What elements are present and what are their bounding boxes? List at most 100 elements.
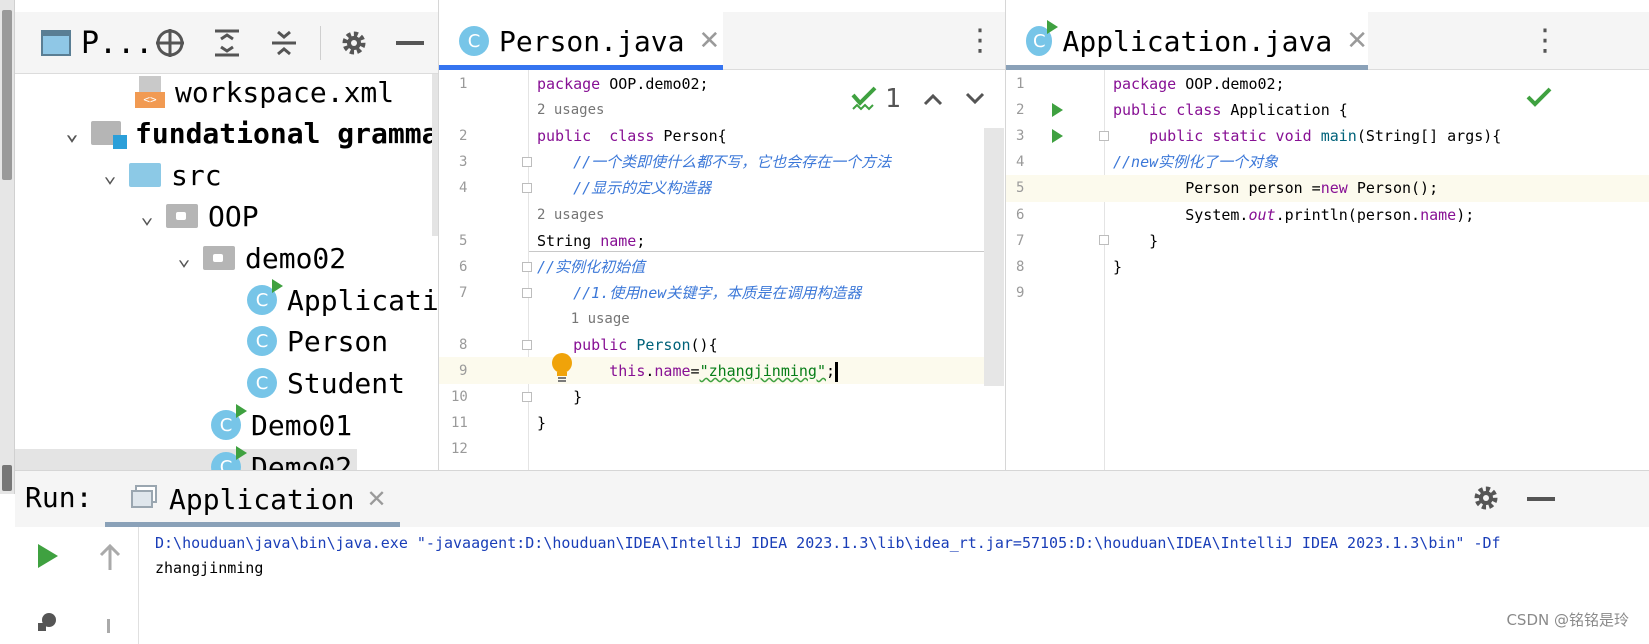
fold-marker[interactable]: [1099, 235, 1109, 245]
class-icon: C: [247, 326, 277, 356]
scroll-down-icon[interactable]: [107, 619, 110, 633]
line-number: 7: [1016, 233, 1025, 249]
hide-panel-icon[interactable]: [1527, 497, 1555, 501]
fold-marker[interactable]: [522, 340, 532, 350]
fold-marker[interactable]: [522, 157, 532, 167]
code-keyword: package: [537, 75, 601, 93]
project-panel: P... <> workspace.xml ⌄ fundational gram…: [15, 0, 463, 494]
scroll-up-icon[interactable]: [99, 543, 121, 575]
code-comment[interactable]: //new实例化了一个对象: [1113, 149, 1278, 175]
fold-marker[interactable]: [522, 262, 532, 272]
code-text: );: [1456, 206, 1475, 224]
tree-item-module[interactable]: ⌄ fundational gramma: [53, 113, 438, 153]
code-comment[interactable]: //1.使用new关键字，本质是在调用构造器: [537, 280, 861, 306]
code-line[interactable]: package OOP.demo02;: [537, 71, 709, 97]
code-text: ;: [636, 232, 646, 250]
tree-item-demo01[interactable]: C Demo01: [211, 404, 352, 445]
run-panel-title: Run:: [25, 481, 93, 514]
gear-icon[interactable]: [337, 26, 371, 60]
no-problems-check-icon[interactable]: [1526, 86, 1552, 112]
code-line[interactable]: }: [1113, 228, 1158, 254]
locate-icon[interactable]: [153, 26, 187, 60]
code-line[interactable]: this.name="zhangjinming";: [537, 358, 839, 384]
line-number: 11: [451, 415, 468, 431]
line-number: 6: [459, 259, 468, 275]
more-options-icon[interactable]: ⋮: [1530, 12, 1560, 70]
active-tab-indicator: [105, 522, 400, 527]
code-text: Person person =: [1113, 179, 1321, 197]
tab-application-java[interactable]: C Application.java ✕: [1006, 12, 1368, 70]
tab-person-java[interactable]: C Person.java ✕: [439, 12, 723, 70]
line-number: 2: [1016, 102, 1025, 118]
chevron-down-icon[interactable]: ⌄: [53, 121, 91, 146]
usages-hint[interactable]: 2 usages: [537, 202, 604, 228]
previous-highlight-icon[interactable]: [923, 87, 943, 112]
usages-hint[interactable]: 2 usages: [537, 97, 604, 123]
code-field: name: [654, 362, 691, 380]
code-line[interactable]: System.out.println(person.name);: [1113, 202, 1474, 228]
code-line[interactable]: package OOP.demo02;: [1113, 71, 1285, 97]
wrench-icon[interactable]: [37, 611, 59, 635]
run-gutter-icon[interactable]: [1052, 129, 1063, 143]
gear-icon[interactable]: [1471, 483, 1501, 517]
console-output-line: zhangjinming: [155, 559, 264, 577]
usages-hint[interactable]: 1 usage: [537, 306, 630, 332]
chevron-down-icon[interactable]: ⌄: [91, 163, 129, 188]
tree-item-application[interactable]: C Applicatic: [247, 279, 456, 320]
chevron-down-icon[interactable]: ⌄: [128, 204, 166, 229]
close-icon[interactable]: ✕: [1346, 26, 1368, 56]
tab-run-application[interactable]: Application ✕: [105, 471, 387, 527]
line-number: 7: [459, 285, 468, 301]
rerun-icon[interactable]: [37, 543, 59, 573]
fold-marker[interactable]: [522, 183, 532, 193]
code-keyword: new: [1320, 179, 1348, 197]
code-line[interactable]: public static void main(String[] args){: [1113, 123, 1501, 149]
close-icon[interactable]: ✕: [366, 485, 386, 513]
fold-marker[interactable]: [1099, 131, 1109, 141]
inspection-widget[interactable]: 1: [851, 84, 985, 114]
project-view-icon[interactable]: [39, 26, 73, 60]
more-options-icon[interactable]: ⋮: [965, 12, 995, 70]
hide-panel-icon[interactable]: [393, 26, 427, 60]
tree-item-src[interactable]: ⌄ src: [91, 155, 222, 195]
expand-all-icon[interactable]: [210, 26, 244, 60]
editor-tab-bar: C Application.java ✕ ⋮: [1006, 12, 1649, 70]
code-keyword: public: [537, 127, 592, 145]
tree-item-person[interactable]: C Person: [247, 321, 388, 361]
fold-marker[interactable]: [522, 392, 532, 402]
chevron-down-icon[interactable]: ⌄: [165, 246, 203, 271]
code-line[interactable]: Person person =new Person();: [1113, 175, 1438, 201]
close-icon[interactable]: ✕: [698, 26, 720, 56]
xml-file-icon: <>: [135, 76, 165, 108]
runnable-class-icon: C: [211, 404, 247, 440]
tree-item-oop[interactable]: ⌄ OOP: [128, 196, 258, 236]
tree-item-workspace-xml[interactable]: <> workspace.xml: [135, 72, 394, 112]
code-line[interactable]: }: [537, 384, 582, 410]
run-gutter-icon[interactable]: [1052, 103, 1063, 117]
line-number: 8: [1016, 259, 1025, 275]
code-line[interactable]: String name;: [537, 228, 645, 254]
tree-item-student[interactable]: C Student: [247, 363, 405, 403]
editor-scrollbar[interactable]: [984, 128, 1004, 386]
code-line[interactable]: public Person(){: [537, 332, 718, 358]
code-line[interactable]: public class Person{: [537, 123, 727, 149]
tree-item-label: src: [171, 158, 222, 192]
code-line[interactable]: }: [537, 410, 546, 436]
runnable-class-icon: C: [247, 279, 283, 315]
tree-item-demo02[interactable]: ⌄ demo02: [165, 238, 346, 278]
code-comment[interactable]: //显示的定义构造器: [537, 175, 711, 201]
code-line[interactable]: public class Application {: [1113, 97, 1348, 123]
fold-marker[interactable]: [522, 288, 532, 298]
code-line[interactable]: }: [1113, 254, 1122, 280]
code-text: OOP.demo02;: [600, 75, 709, 93]
next-highlight-icon[interactable]: [965, 87, 985, 112]
project-view-title[interactable]: P...: [81, 26, 153, 61]
inspection-count: 1: [885, 84, 901, 114]
toolbar-divider: [320, 26, 321, 60]
collapse-all-icon[interactable]: [267, 26, 301, 60]
line-number: 8: [459, 337, 468, 353]
code-comment[interactable]: //一个类即使什么都不写，它也会存在一个方法: [537, 149, 891, 175]
code-keyword: package: [1113, 75, 1177, 93]
code-keyword: this: [537, 362, 646, 380]
code-comment[interactable]: //实例化初始值: [537, 254, 645, 280]
